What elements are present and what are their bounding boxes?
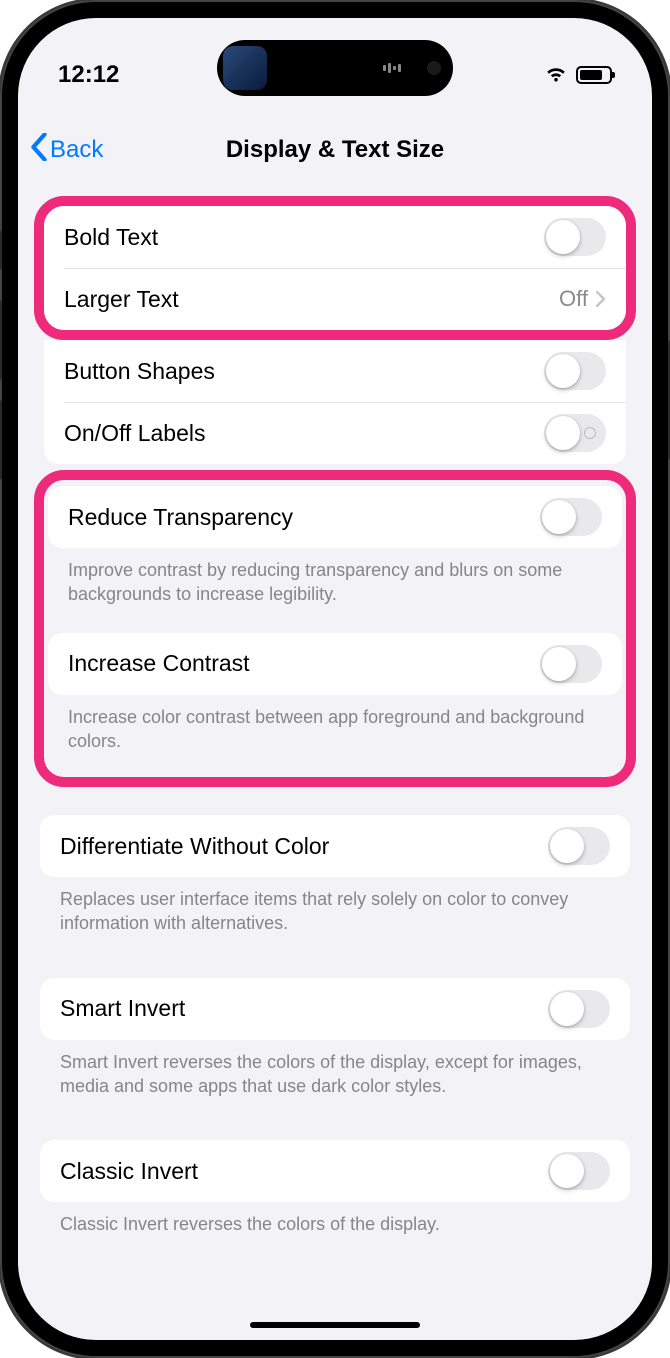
volume-up-button [0, 300, 2, 380]
cell-label: Classic Invert [60, 1158, 548, 1185]
cell-label: Increase Contrast [68, 650, 540, 677]
row-bold-text[interactable]: Bold Text [44, 206, 626, 268]
now-playing-artwork [223, 46, 267, 90]
battery-icon [576, 66, 612, 84]
row-classic-invert[interactable]: Classic Invert [40, 1140, 630, 1202]
content-scroll[interactable]: Bold Text Larger Text Off Button Shapes [18, 196, 652, 1291]
section-smart-invert: Smart Invert Smart Invert reverses the c… [40, 978, 630, 1113]
row-on-off-labels[interactable]: On/Off Labels [44, 402, 626, 464]
chevron-right-icon [596, 286, 606, 313]
footer-classic-invert: Classic Invert reverses the colors of th… [40, 1202, 630, 1250]
row-smart-invert[interactable]: Smart Invert [40, 978, 630, 1040]
toggle-on-off-labels[interactable] [544, 414, 606, 452]
cell-label: On/Off Labels [64, 420, 544, 447]
cell-label: Larger Text [64, 286, 559, 313]
toggle-classic-invert[interactable] [548, 1152, 610, 1190]
footer-differentiate: Replaces user interface items that rely … [40, 877, 630, 950]
status-time: 12:12 [58, 61, 178, 89]
toggle-differentiate[interactable] [548, 827, 610, 865]
cell-label: Reduce Transparency [68, 504, 540, 531]
cell-label: Bold Text [64, 224, 544, 251]
cell-label: Differentiate Without Color [60, 833, 548, 860]
back-label: Back [50, 136, 103, 164]
audio-waveform-icon [383, 63, 413, 73]
toggle-smart-invert[interactable] [548, 990, 610, 1028]
row-reduce-transparency[interactable]: Reduce Transparency [48, 486, 622, 548]
cell-value: Off [559, 286, 588, 312]
toggle-bold-text[interactable] [544, 218, 606, 256]
footer-reduce-transparency: Improve contrast by reducing transparenc… [48, 548, 622, 621]
volume-down-button [0, 400, 2, 480]
chevron-left-icon [30, 133, 48, 168]
highlight-contrast-options: Reduce Transparency Improve contrast by … [34, 470, 636, 787]
mute-switch [0, 230, 2, 270]
page-title: Display & Text Size [18, 136, 652, 164]
wifi-icon [544, 63, 568, 88]
toggle-reduce-transparency[interactable] [540, 498, 602, 536]
row-increase-contrast[interactable]: Increase Contrast [48, 633, 622, 695]
home-indicator[interactable] [250, 1322, 420, 1328]
footer-smart-invert: Smart Invert reverses the colors of the … [40, 1040, 630, 1113]
group-text-extras: Button Shapes On/Off Labels [44, 340, 626, 464]
section-differentiate: Differentiate Without Color Replaces use… [40, 815, 630, 950]
screen: 12:12 Back Display & Text Size [18, 18, 652, 1340]
camera-dot [427, 61, 441, 75]
toggle-button-shapes[interactable] [544, 352, 606, 390]
back-button[interactable]: Back [30, 133, 103, 168]
toggle-increase-contrast[interactable] [540, 645, 602, 683]
row-button-shapes[interactable]: Button Shapes [44, 340, 626, 402]
footer-increase-contrast: Increase color contrast between app fore… [48, 695, 622, 768]
phone-frame: 12:12 Back Display & Text Size [0, 0, 670, 1358]
section-classic-invert: Classic Invert Classic Invert reverses t… [40, 1140, 630, 1250]
highlight-text-options: Bold Text Larger Text Off [34, 196, 636, 340]
cell-label: Smart Invert [60, 995, 548, 1022]
dynamic-island[interactable] [217, 40, 453, 96]
row-larger-text[interactable]: Larger Text Off [44, 268, 626, 330]
row-differentiate-without-color[interactable]: Differentiate Without Color [40, 815, 630, 877]
nav-bar: Back Display & Text Size [18, 118, 652, 182]
cell-label: Button Shapes [64, 358, 544, 385]
